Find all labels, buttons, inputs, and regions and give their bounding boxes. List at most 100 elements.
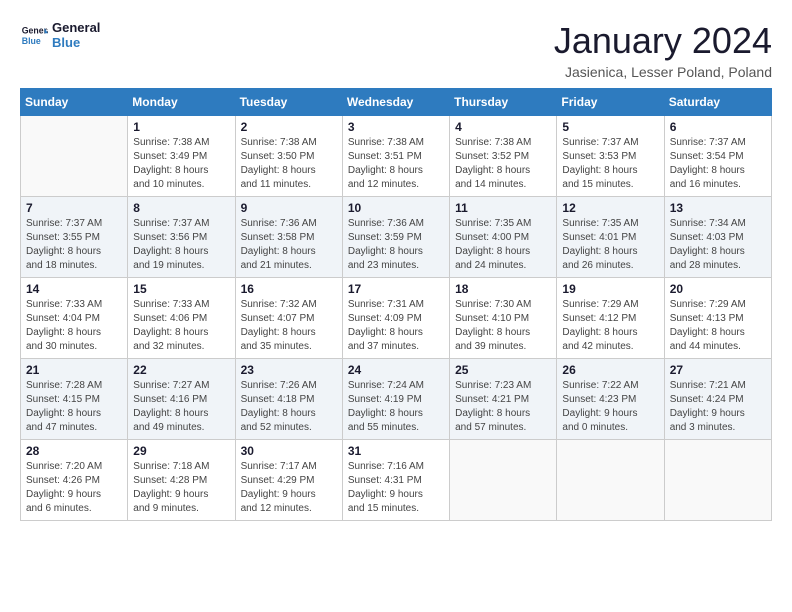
- calendar-cell: 14 Sunrise: 7:33 AMSunset: 4:04 PMDayligh…: [21, 278, 128, 359]
- day-number: 24: [348, 363, 444, 377]
- calendar-cell: 21 Sunrise: 7:28 AMSunset: 4:15 PMDayligh…: [21, 359, 128, 440]
- page-header: General Blue General Blue January 2024 J…: [20, 20, 772, 80]
- day-info: Sunrise: 7:29 AMSunset: 4:12 PMDaylight:…: [562, 298, 658, 354]
- day-number: 27: [670, 363, 766, 377]
- calendar-table: SundayMondayTuesdayWednesdayThursdayFrid…: [20, 88, 772, 521]
- month-title: January 2024: [554, 20, 772, 62]
- day-info: Sunrise: 7:37 AMSunset: 3:55 PMDaylight:…: [26, 217, 122, 273]
- day-info: Sunrise: 7:33 AMSunset: 4:04 PMDaylight:…: [26, 298, 122, 354]
- logo-icon: General Blue: [20, 21, 48, 49]
- calendar-cell: 8 Sunrise: 7:37 AMSunset: 3:56 PMDaylight…: [128, 197, 235, 278]
- day-info: Sunrise: 7:21 AMSunset: 4:24 PMDaylight:…: [670, 379, 766, 435]
- day-number: 2: [241, 120, 337, 134]
- logo-line1: General: [52, 20, 100, 35]
- location: Jasienica, Lesser Poland, Poland: [554, 64, 772, 80]
- calendar-body: 1 Sunrise: 7:38 AMSunset: 3:49 PMDaylight…: [21, 116, 772, 521]
- header-friday: Friday: [557, 89, 664, 116]
- header-monday: Monday: [128, 89, 235, 116]
- calendar-cell: 31Sunrise: 7:16 AMSunset: 4:31 PMDayligh…: [342, 440, 449, 521]
- day-info: Sunrise: 7:37 AMSunset: 3:56 PMDaylight:…: [133, 217, 229, 273]
- calendar-week-2: 14 Sunrise: 7:33 AMSunset: 4:04 PMDayligh…: [21, 278, 772, 359]
- calendar-week-0: 1 Sunrise: 7:38 AMSunset: 3:49 PMDaylight…: [21, 116, 772, 197]
- calendar-week-3: 21 Sunrise: 7:28 AMSunset: 4:15 PMDayligh…: [21, 359, 772, 440]
- day-info: Sunrise: 7:23 AMSunset: 4:21 PMDaylight:…: [455, 379, 551, 435]
- day-info: Sunrise: 7:36 AMSunset: 3:58 PMDaylight:…: [241, 217, 337, 273]
- header-sunday: Sunday: [21, 89, 128, 116]
- day-number: 1: [133, 120, 229, 134]
- day-number: 7: [26, 201, 122, 215]
- day-number: 11: [455, 201, 551, 215]
- day-number: 8: [133, 201, 229, 215]
- calendar-cell: 22 Sunrise: 7:27 AMSunset: 4:16 PMDayligh…: [128, 359, 235, 440]
- calendar-cell: [450, 440, 557, 521]
- day-info: Sunrise: 7:38 AMSunset: 3:52 PMDaylight:…: [455, 136, 551, 192]
- day-info: Sunrise: 7:29 AMSunset: 4:13 PMDaylight:…: [670, 298, 766, 354]
- day-number: 16: [241, 282, 337, 296]
- day-info: Sunrise: 7:28 AMSunset: 4:15 PMDaylight:…: [26, 379, 122, 435]
- calendar-cell: 10Sunrise: 7:36 AMSunset: 3:59 PMDayligh…: [342, 197, 449, 278]
- day-info: Sunrise: 7:38 AMSunset: 3:49 PMDaylight:…: [133, 136, 229, 192]
- day-number: 5: [562, 120, 658, 134]
- day-info: Sunrise: 7:32 AMSunset: 4:07 PMDaylight:…: [241, 298, 337, 354]
- day-info: Sunrise: 7:20 AMSunset: 4:26 PMDaylight:…: [26, 460, 122, 516]
- calendar-cell: 12 Sunrise: 7:35 AMSunset: 4:01 PMDayligh…: [557, 197, 664, 278]
- day-number: 12: [562, 201, 658, 215]
- day-info: Sunrise: 7:33 AMSunset: 4:06 PMDaylight:…: [133, 298, 229, 354]
- calendar-cell: 24 Sunrise: 7:24 AMSunset: 4:19 PMDayligh…: [342, 359, 449, 440]
- day-info: Sunrise: 7:27 AMSunset: 4:16 PMDaylight:…: [133, 379, 229, 435]
- day-info: Sunrise: 7:24 AMSunset: 4:19 PMDaylight:…: [348, 379, 444, 435]
- header-thursday: Thursday: [450, 89, 557, 116]
- calendar-cell: 30 Sunrise: 7:17 AMSunset: 4:29 PMDayligh…: [235, 440, 342, 521]
- day-info: Sunrise: 7:38 AMSunset: 3:50 PMDaylight:…: [241, 136, 337, 192]
- calendar-cell: 6Sunrise: 7:37 AMSunset: 3:54 PMDaylight…: [664, 116, 771, 197]
- day-number: 31: [348, 444, 444, 458]
- day-info: Sunrise: 7:37 AMSunset: 3:53 PMDaylight:…: [562, 136, 658, 192]
- calendar-cell: 23Sunrise: 7:26 AMSunset: 4:18 PMDayligh…: [235, 359, 342, 440]
- svg-text:Blue: Blue: [22, 36, 41, 46]
- day-info: Sunrise: 7:35 AMSunset: 4:01 PMDaylight:…: [562, 217, 658, 273]
- day-info: Sunrise: 7:34 AMSunset: 4:03 PMDaylight:…: [670, 217, 766, 273]
- calendar-cell: 16 Sunrise: 7:32 AMSunset: 4:07 PMDayligh…: [235, 278, 342, 359]
- day-number: 17: [348, 282, 444, 296]
- day-number: 22: [133, 363, 229, 377]
- calendar-cell: 2 Sunrise: 7:38 AMSunset: 3:50 PMDaylight…: [235, 116, 342, 197]
- day-number: 25: [455, 363, 551, 377]
- calendar-cell: 9Sunrise: 7:36 AMSunset: 3:58 PMDaylight…: [235, 197, 342, 278]
- day-info: Sunrise: 7:35 AMSunset: 4:00 PMDaylight:…: [455, 217, 551, 273]
- day-info: Sunrise: 7:31 AMSunset: 4:09 PMDaylight:…: [348, 298, 444, 354]
- header-wednesday: Wednesday: [342, 89, 449, 116]
- day-info: Sunrise: 7:22 AMSunset: 4:23 PMDaylight:…: [562, 379, 658, 435]
- day-info: Sunrise: 7:38 AMSunset: 3:51 PMDaylight:…: [348, 136, 444, 192]
- calendar-cell: 26Sunrise: 7:22 AMSunset: 4:23 PMDayligh…: [557, 359, 664, 440]
- header-tuesday: Tuesday: [235, 89, 342, 116]
- day-number: 13: [670, 201, 766, 215]
- day-info: Sunrise: 7:30 AMSunset: 4:10 PMDaylight:…: [455, 298, 551, 354]
- calendar-cell: [21, 116, 128, 197]
- calendar-cell: 19Sunrise: 7:29 AMSunset: 4:12 PMDayligh…: [557, 278, 664, 359]
- calendar-cell: 27 Sunrise: 7:21 AMSunset: 4:24 PMDayligh…: [664, 359, 771, 440]
- day-number: 15: [133, 282, 229, 296]
- day-number: 10: [348, 201, 444, 215]
- calendar-cell: [557, 440, 664, 521]
- day-number: 30: [241, 444, 337, 458]
- calendar-cell: 29Sunrise: 7:18 AMSunset: 4:28 PMDayligh…: [128, 440, 235, 521]
- day-number: 18: [455, 282, 551, 296]
- calendar-cell: 28Sunrise: 7:20 AMSunset: 4:26 PMDayligh…: [21, 440, 128, 521]
- day-number: 6: [670, 120, 766, 134]
- calendar-cell: 5 Sunrise: 7:37 AMSunset: 3:53 PMDaylight…: [557, 116, 664, 197]
- calendar-cell: [664, 440, 771, 521]
- calendar-header-row: SundayMondayTuesdayWednesdayThursdayFrid…: [21, 89, 772, 116]
- calendar-cell: 1 Sunrise: 7:38 AMSunset: 3:49 PMDaylight…: [128, 116, 235, 197]
- day-number: 14: [26, 282, 122, 296]
- day-info: Sunrise: 7:17 AMSunset: 4:29 PMDaylight:…: [241, 460, 337, 516]
- calendar-cell: 17 Sunrise: 7:31 AMSunset: 4:09 PMDayligh…: [342, 278, 449, 359]
- calendar-cell: 18 Sunrise: 7:30 AMSunset: 4:10 PMDayligh…: [450, 278, 557, 359]
- day-number: 21: [26, 363, 122, 377]
- calendar-cell: 4Sunrise: 7:38 AMSunset: 3:52 PMDaylight…: [450, 116, 557, 197]
- calendar-cell: 13 Sunrise: 7:34 AMSunset: 4:03 PMDayligh…: [664, 197, 771, 278]
- calendar-week-1: 7 Sunrise: 7:37 AMSunset: 3:55 PMDaylight…: [21, 197, 772, 278]
- day-number: 23: [241, 363, 337, 377]
- logo: General Blue General Blue: [20, 20, 100, 50]
- day-number: 3: [348, 120, 444, 134]
- calendar-cell: 20Sunrise: 7:29 AMSunset: 4:13 PMDayligh…: [664, 278, 771, 359]
